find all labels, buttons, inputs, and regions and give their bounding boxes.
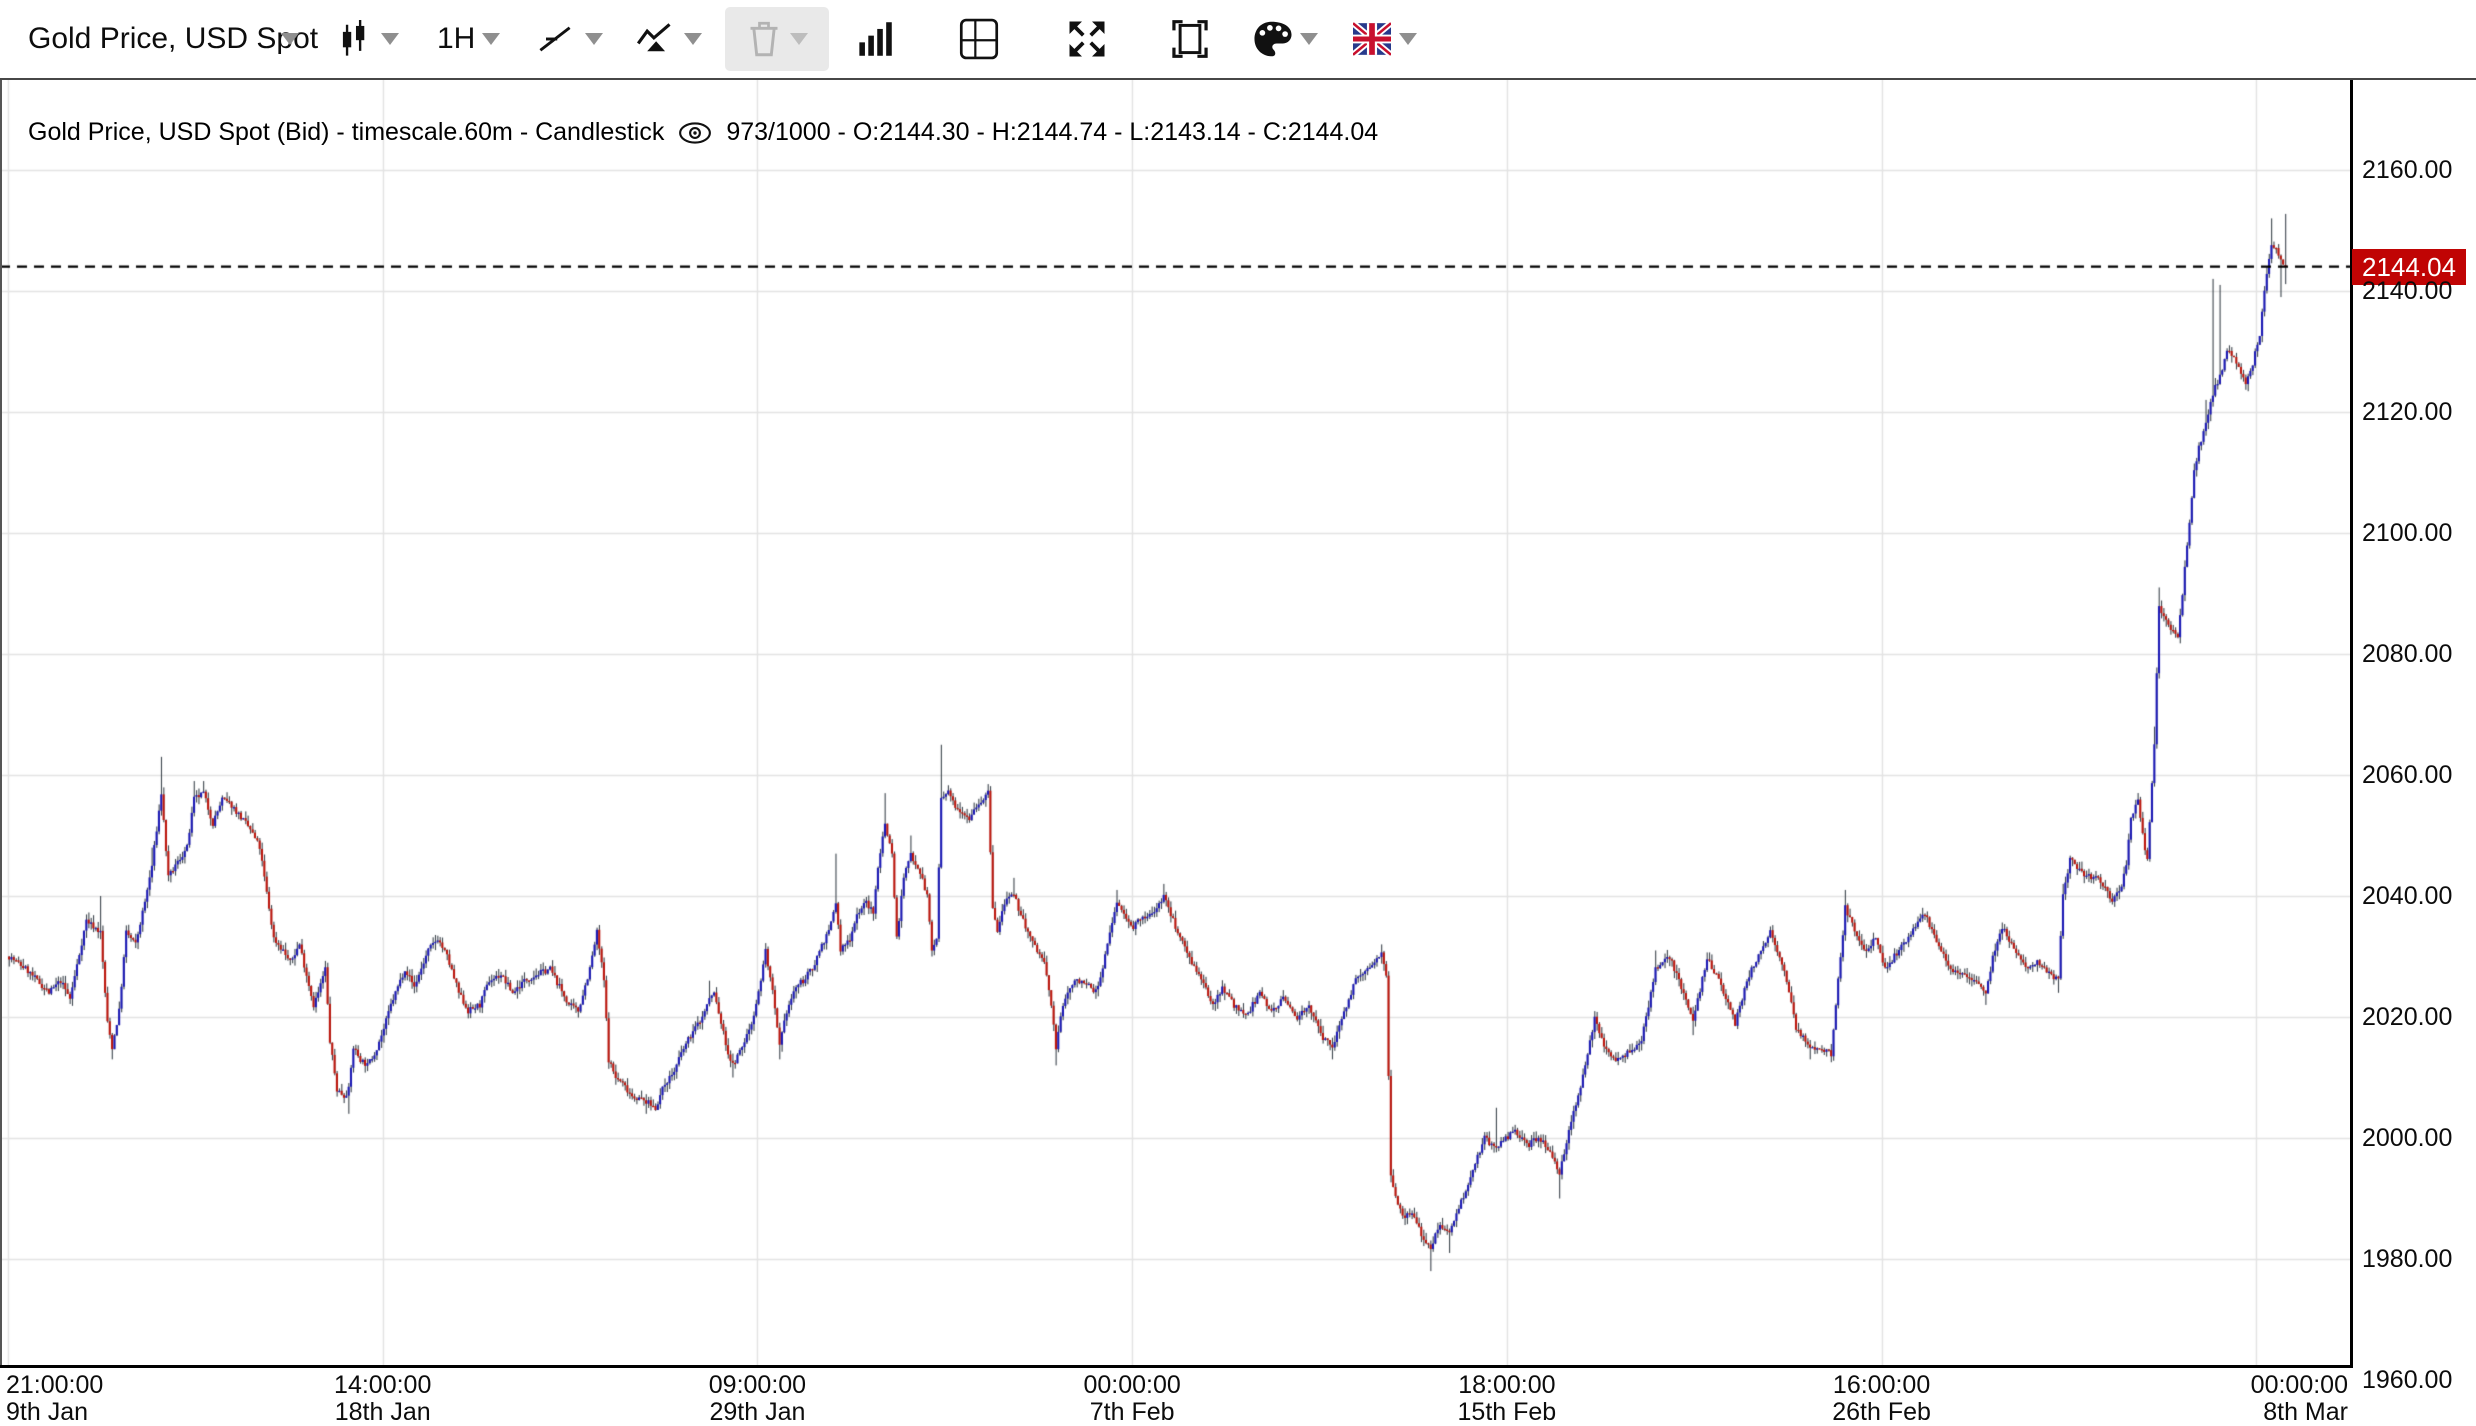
- chevron-down-icon: [684, 33, 702, 45]
- language-dropdown[interactable]: [1399, 0, 1417, 78]
- palette-dropdown[interactable]: [1300, 0, 1318, 78]
- price-axis-tick-label: 2080.00: [2362, 640, 2472, 669]
- candlestick-chart-icon: [338, 20, 368, 58]
- time-axis-tick-label: 09:00:0029th Jan: [672, 1372, 842, 1426]
- uk-flag-icon: [1353, 22, 1391, 56]
- volume-button[interactable]: [856, 0, 894, 78]
- chevron-down-icon: [1399, 33, 1417, 45]
- toolbar: Gold Price, USD Spot 1H: [0, 0, 2476, 78]
- volume-bars-icon: [856, 20, 894, 58]
- legend-series-text: Gold Price, USD Spot (Bid) - timescale.6…: [28, 118, 664, 147]
- chevron-down-icon: [482, 33, 500, 45]
- chevron-down-icon: [381, 33, 399, 45]
- trendline-tool-icon: [537, 21, 573, 57]
- price-axis-tick-label: 2000.00: [2362, 1124, 2472, 1153]
- time-axis-tick-label: 18:00:0015th Feb: [1422, 1372, 1592, 1426]
- trendline-tool-dropdown[interactable]: [585, 0, 603, 78]
- trading-chart-app: Gold Price, USD Spot 1H: [0, 0, 2476, 1417]
- price-axis-tick-label: 2140.00: [2362, 277, 2472, 306]
- timeframe-dropdown[interactable]: [482, 0, 500, 78]
- snapshot-frame-icon: [1170, 18, 1210, 60]
- symbol-selector-label: Gold Price, USD Spot: [28, 22, 318, 56]
- price-axis-tick-label: 2160.00: [2362, 156, 2472, 185]
- indicators-icon: [636, 21, 674, 57]
- timeframe-button[interactable]: 1H: [437, 0, 475, 78]
- price-axis-tick-label: 2120.00: [2362, 398, 2472, 427]
- symbol-selector-dropdown[interactable]: [281, 0, 299, 78]
- delete-drawings-button[interactable]: [725, 7, 829, 71]
- chevron-down-icon: [1300, 33, 1318, 45]
- price-axis-tick-label: 1960.00: [2362, 1366, 2472, 1395]
- price-axis-tick-label: 2060.00: [2362, 761, 2472, 790]
- time-axis-tick-label: 00:00:008th Mar: [2178, 1372, 2348, 1426]
- trash-icon: [746, 18, 782, 60]
- time-axis-tick-label: 16:00:0026th Feb: [1797, 1372, 1967, 1426]
- indicators-button[interactable]: [636, 0, 674, 78]
- time-axis-line[interactable]: [0, 1365, 2353, 1368]
- price-axis-tick-label: 2100.00: [2362, 519, 2472, 548]
- snapshot-frame-button[interactable]: [1170, 0, 1210, 78]
- price-axis-tick-label: 1980.00: [2362, 1245, 2472, 1274]
- layout-grid-icon: [958, 17, 1000, 61]
- chevron-down-icon: [585, 33, 603, 45]
- plot-left-border: [0, 80, 2, 1365]
- symbol-selector[interactable]: Gold Price, USD Spot: [28, 0, 318, 78]
- chevron-down-icon: [281, 33, 299, 45]
- eye-icon[interactable]: [678, 121, 712, 145]
- chart-type-dropdown[interactable]: [381, 0, 399, 78]
- palette-button[interactable]: [1252, 0, 1294, 78]
- fullscreen-icon: [1067, 19, 1107, 59]
- layout-grid-button[interactable]: [958, 0, 1000, 78]
- price-axis-tick-label: 2040.00: [2362, 882, 2472, 911]
- fullscreen-button[interactable]: [1067, 0, 1107, 78]
- trendline-tool-button[interactable]: [537, 0, 573, 78]
- time-axis-tick-label: 21:00:009th Jan: [6, 1372, 176, 1426]
- time-axis-tick-label: 14:00:0018th Jan: [298, 1372, 468, 1426]
- price-axis-tick-label: 2020.00: [2362, 1003, 2472, 1032]
- chart-type-button[interactable]: [338, 0, 368, 78]
- time-axis-tick-label: 00:00:007th Feb: [1047, 1372, 1217, 1426]
- indicators-dropdown[interactable]: [684, 0, 702, 78]
- palette-icon: [1252, 19, 1294, 59]
- chart-legend: Gold Price, USD Spot (Bid) - timescale.6…: [28, 118, 1378, 147]
- candlestick-canvas[interactable]: [0, 80, 2350, 1365]
- legend-ohlc-text: 973/1000 - O:2144.30 - H:2144.74 - L:214…: [726, 118, 1378, 147]
- chevron-down-icon: [790, 33, 808, 45]
- timeframe-label: 1H: [437, 22, 475, 56]
- language-button[interactable]: [1353, 0, 1391, 78]
